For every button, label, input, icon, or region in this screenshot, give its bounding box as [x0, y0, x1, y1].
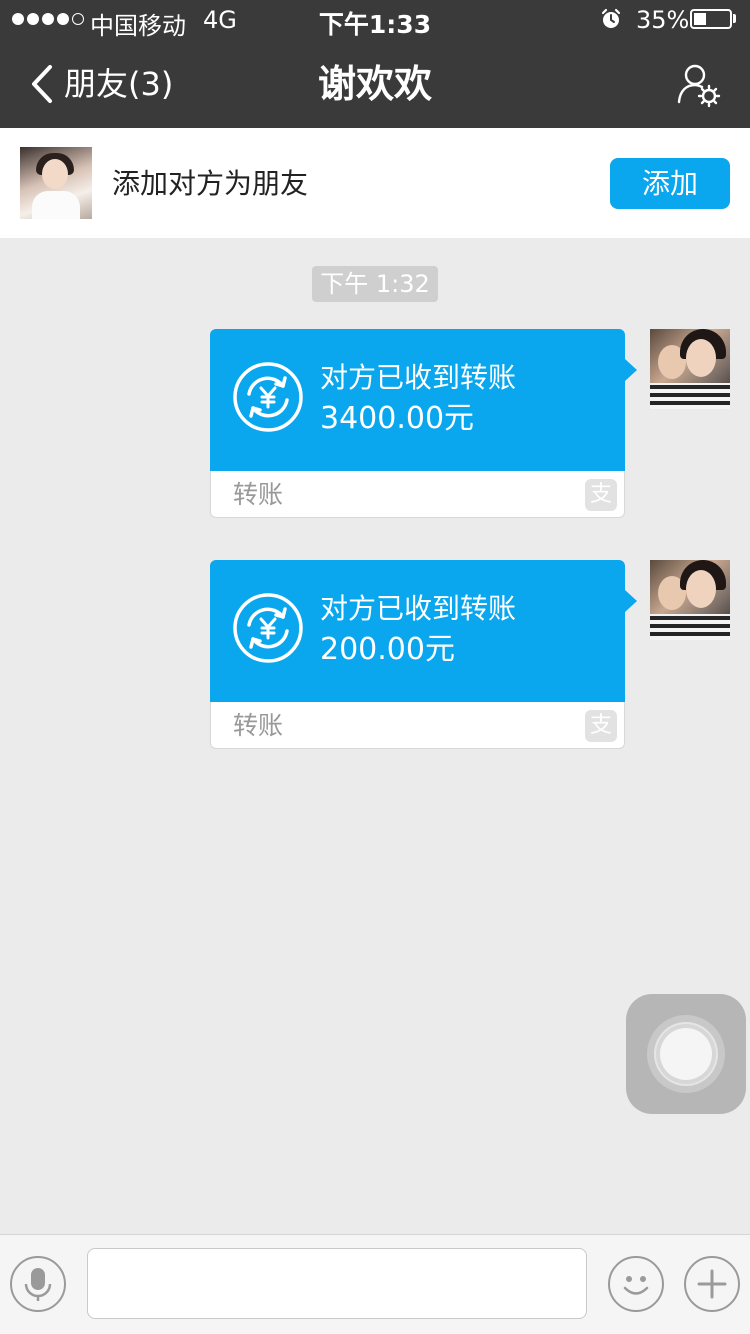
battery-level-fill [694, 13, 706, 25]
transfer-status: 对方已收到转账 [320, 592, 517, 625]
transfer-status: 对方已收到转账 [320, 361, 517, 394]
transfer-card-footer: 转账 支 [210, 471, 625, 518]
alipay-icon: 支 [585, 710, 617, 742]
avatar[interactable] [650, 560, 730, 640]
alipay-icon: 支 [585, 479, 617, 511]
message-timestamp: 下午 1:32 [312, 266, 438, 302]
avatar[interactable] [20, 147, 92, 219]
yuan-transfer-icon [233, 362, 303, 432]
page-title: 谢欢欢 [317, 62, 432, 106]
transfer-amount: 3400.00元 [320, 401, 475, 436]
add-friend-banner: 添加对方为朋友 添加 [0, 128, 750, 238]
status-bar: 中国移动 4G 下午1:33 35% [0, 0, 750, 40]
microphone-icon [24, 1268, 52, 1301]
battery-icon [690, 9, 732, 29]
transfer-card[interactable]: 对方已收到转账 3400.00元 转账 支 [210, 329, 637, 518]
transfer-card[interactable]: 对方已收到转账 200.00元 转账 支 [210, 560, 637, 749]
assistive-touch-button[interactable] [626, 994, 746, 1114]
battery-percent: 35% [636, 6, 690, 34]
add-friend-button[interactable]: 添加 [610, 158, 730, 209]
add-friend-prompt: 添加对方为朋友 [112, 167, 309, 200]
emoji-button[interactable] [608, 1256, 664, 1312]
message-input[interactable] [87, 1248, 587, 1319]
transfer-amount: 200.00元 [320, 632, 455, 667]
alarm-clock-icon [601, 8, 621, 28]
bubble-tail [625, 590, 637, 612]
voice-input-button[interactable] [10, 1256, 66, 1312]
plus-icon [697, 1269, 727, 1299]
profile-settings-icon[interactable] [676, 62, 722, 108]
avatar[interactable] [650, 329, 730, 409]
more-options-button[interactable] [684, 1256, 740, 1312]
battery-nub [733, 14, 736, 23]
transfer-label: 转账 [233, 711, 284, 740]
transfer-card-footer: 转账 支 [210, 702, 625, 749]
yuan-transfer-icon [233, 593, 303, 663]
bubble-tail [625, 359, 637, 381]
transfer-label: 转账 [233, 480, 284, 509]
emoji-icon [623, 1276, 649, 1295]
